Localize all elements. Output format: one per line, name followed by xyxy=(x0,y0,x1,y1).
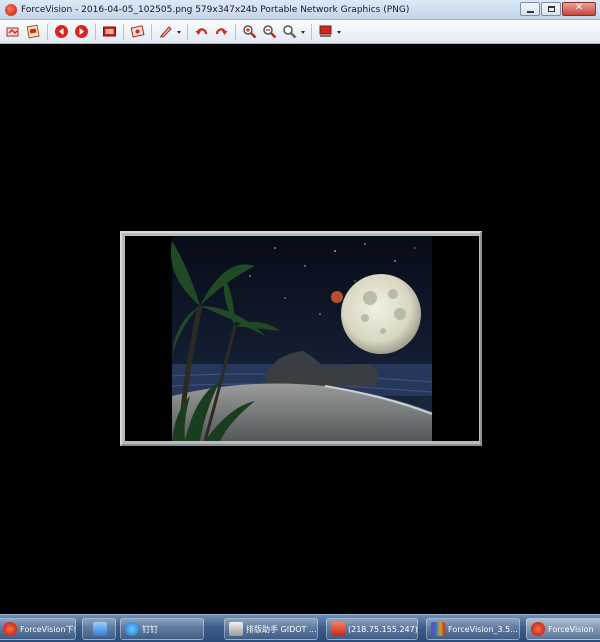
taskbar-item-label: (218.75.155.247)... xyxy=(348,624,418,634)
taskbar-item-dingtalk[interactable]: 钉钉 xyxy=(120,618,204,640)
undo-icon xyxy=(195,28,208,35)
taskbar-item-forcevision-download[interactable]: ForceVision下载... xyxy=(0,618,76,640)
taskbar-item-winrar[interactable]: ForceVision_3.5... xyxy=(426,618,520,640)
taskbar-item-label: 排版助手 GIDOT ... xyxy=(246,624,317,634)
taskbar-item-label: ForceVision_3.5... xyxy=(448,624,518,634)
zoom-out-icon xyxy=(263,25,277,39)
dingtalk-icon xyxy=(125,622,139,636)
forcevision-icon xyxy=(531,622,545,636)
toolbar-separator xyxy=(151,23,152,40)
minimize-icon xyxy=(527,11,534,13)
next-icon xyxy=(75,25,88,38)
toolbar xyxy=(0,20,600,44)
toolbar-separator xyxy=(187,23,188,40)
taskbar-item-label: ForceVision xyxy=(548,624,594,634)
taskbar-item-forcevision[interactable]: ForceVision xyxy=(526,618,600,640)
toolbar-separator xyxy=(95,23,96,40)
taskbar-item-bird[interactable] xyxy=(82,618,116,640)
bird-icon xyxy=(93,622,107,636)
window-controls: ✕ xyxy=(519,2,596,16)
zoom-icon xyxy=(283,25,297,39)
next-button[interactable] xyxy=(72,22,91,41)
fullscreen-button[interactable] xyxy=(100,22,119,41)
slideshow-button[interactable] xyxy=(128,22,147,41)
previous-icon xyxy=(55,25,68,38)
toolbar-separator xyxy=(47,23,48,40)
color-dropdown[interactable] xyxy=(336,22,342,41)
title-bar: ForceVision - 2016-04-05_102505.png 579x… xyxy=(0,0,600,20)
taskbar-item-remote[interactable]: (218.75.155.247)... xyxy=(326,618,418,640)
zoom-in-icon xyxy=(243,25,257,39)
color-icon xyxy=(319,25,332,37)
redo-button[interactable] xyxy=(212,22,231,41)
previous-button[interactable] xyxy=(52,22,71,41)
close-icon: ✕ xyxy=(574,2,584,13)
slideshow-icon xyxy=(130,25,145,38)
image-frame xyxy=(120,231,482,446)
maximize-button[interactable] xyxy=(541,2,561,16)
minimize-button[interactable] xyxy=(520,2,540,16)
save-icon xyxy=(26,24,40,39)
maximize-icon xyxy=(548,6,555,12)
zoom-button[interactable] xyxy=(280,22,299,41)
app-icon xyxy=(5,3,17,16)
toolbar-separator xyxy=(123,23,124,40)
toolbar-separator xyxy=(235,23,236,40)
save-button[interactable] xyxy=(24,22,43,41)
moonlit-beach-image xyxy=(125,236,479,441)
remote-icon xyxy=(331,622,345,636)
edit-dropdown[interactable] xyxy=(176,22,182,41)
color-button[interactable] xyxy=(316,22,335,41)
open-icon xyxy=(6,27,19,37)
winrar-icon xyxy=(431,622,445,636)
zoom-dropdown[interactable] xyxy=(300,22,306,41)
edit-pen-icon xyxy=(160,26,172,38)
taskbar: ForceVision下载... 钉钉 排版助手 GIDOT ... (218.… xyxy=(0,614,600,642)
close-button[interactable]: ✕ xyxy=(562,2,596,16)
taskbar-item-label: ForceVision下载... xyxy=(20,624,75,634)
taskbar-item-label: 钉钉 xyxy=(142,624,158,634)
window-title: ForceVision - 2016-04-05_102505.png 579x… xyxy=(21,4,410,15)
gidot-icon xyxy=(229,622,243,636)
forcevision-icon xyxy=(3,622,17,636)
zoom-out-button[interactable] xyxy=(260,22,279,41)
redo-icon xyxy=(215,28,228,35)
zoom-in-button[interactable] xyxy=(240,22,259,41)
toolbar-separator xyxy=(311,23,312,40)
undo-button[interactable] xyxy=(192,22,211,41)
image-canvas[interactable] xyxy=(4,45,596,614)
displayed-image[interactable] xyxy=(125,236,479,441)
open-button[interactable] xyxy=(4,22,23,41)
fullscreen-icon xyxy=(103,26,116,37)
taskbar-item-gidot[interactable]: 排版助手 GIDOT ... xyxy=(224,618,318,640)
edit-button[interactable] xyxy=(156,22,175,41)
